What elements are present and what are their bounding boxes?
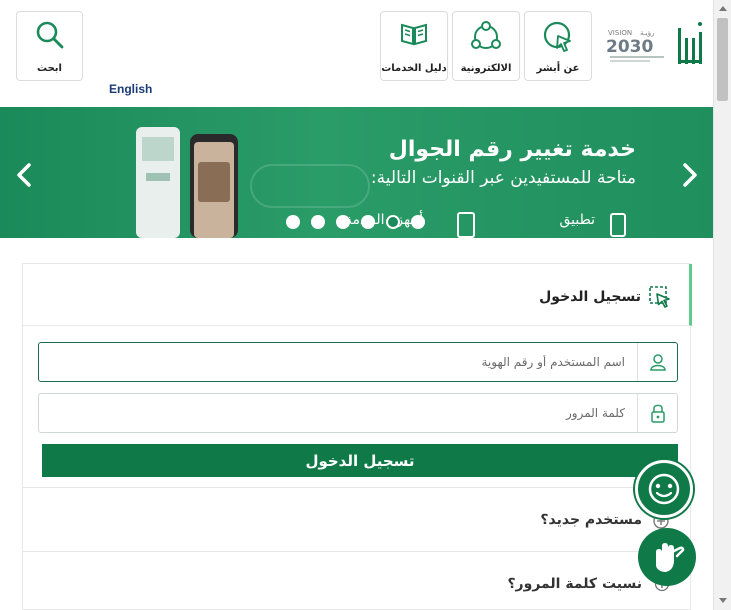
scroll-thumb[interactable] — [717, 18, 728, 101]
scroll-up-arrow[interactable] — [719, 6, 727, 11]
about-absher-button[interactable]: عن أبشر — [524, 11, 592, 81]
banner-dot[interactable] — [286, 215, 300, 229]
language-switch-link[interactable]: English — [109, 82, 152, 96]
sign-language-button[interactable] — [638, 528, 696, 586]
password-input[interactable] — [39, 394, 637, 432]
vision-year: 2030 — [606, 37, 653, 57]
banner-pagination — [286, 215, 425, 229]
kiosk-illustration — [136, 127, 180, 238]
kiosk-channel-icon — [457, 212, 475, 238]
services-guide-label: دليل الخدمات — [381, 63, 447, 74]
password-side — [637, 394, 677, 432]
site-header: ابحث دليل الخدمات الالكترونية عن أبشر VI… — [0, 0, 713, 107]
banner-dot[interactable] — [336, 215, 350, 229]
username-input[interactable] — [39, 343, 637, 381]
username-side — [637, 343, 677, 381]
login-title: تسجيل الدخول — [539, 289, 641, 305]
banner-channel-app: تطبيق — [559, 212, 595, 228]
network-icon — [471, 21, 501, 49]
login-panel-header: تسجيل الدخول — [23, 264, 692, 326]
forgot-password-row[interactable]: نسيت كلمة المرور؟ — [23, 551, 690, 610]
pointer-circle-icon — [543, 21, 571, 52]
page-scrollbar[interactable] — [713, 0, 731, 610]
search-button[interactable]: ابحث — [16, 11, 83, 81]
phone-illustration — [190, 134, 238, 238]
chat-bot-button[interactable] — [635, 460, 693, 518]
book-icon — [401, 23, 427, 46]
banner-next-arrow[interactable] — [680, 162, 700, 188]
hero-banner: خدمة تغيير رقم الجوال متاحة للمستفيدين ع… — [0, 107, 713, 238]
banner-prev-arrow[interactable] — [14, 162, 34, 188]
absher-logo — [678, 22, 702, 64]
services-guide-button[interactable]: دليل الخدمات — [380, 11, 448, 81]
e-services-label: الالكترونية — [460, 63, 512, 74]
search-icon — [36, 21, 63, 49]
sign-language-icon — [656, 543, 685, 572]
login-submit-button[interactable]: تسجيل الدخول — [42, 444, 678, 477]
banner-dot[interactable] — [411, 215, 425, 229]
vision-2030-logo: VISION رؤيـة 2030 — [606, 29, 664, 62]
forgot-password-link[interactable]: نسيت كلمة المرور؟ — [507, 576, 642, 592]
login-cursor-icon — [649, 286, 670, 308]
banner-subtitle: متاحة للمستفيدين عبر القنوات التالية: — [370, 168, 636, 188]
user-icon — [649, 354, 666, 371]
username-field[interactable] — [38, 342, 678, 382]
banner-dot[interactable] — [311, 215, 325, 229]
banner-title: خدمة تغيير رقم الجوال — [388, 137, 636, 162]
search-label: ابحث — [37, 63, 62, 74]
chat-bot-icon — [648, 473, 680, 505]
vision-label: VISION — [608, 29, 632, 37]
login-panel: تسجيل الدخول تسجيل الدخول مستخدم جديد؟ — [22, 263, 692, 610]
about-absher-label: عن أبشر — [536, 63, 580, 74]
banner-dot[interactable] — [361, 215, 375, 229]
app-channel-icon — [610, 213, 626, 237]
new-user-link[interactable]: مستخدم جديد؟ — [540, 512, 642, 528]
banner-decoration — [250, 164, 370, 208]
lock-icon — [650, 404, 665, 423]
banner-dot-active[interactable] — [386, 215, 400, 229]
svg-text:رؤيـة: رؤيـة — [640, 29, 655, 37]
scroll-down-arrow[interactable] — [719, 598, 727, 603]
e-services-button[interactable]: الالكترونية — [452, 11, 520, 81]
password-field[interactable] — [38, 393, 678, 433]
new-user-row[interactable]: مستخدم جديد؟ — [23, 487, 690, 551]
